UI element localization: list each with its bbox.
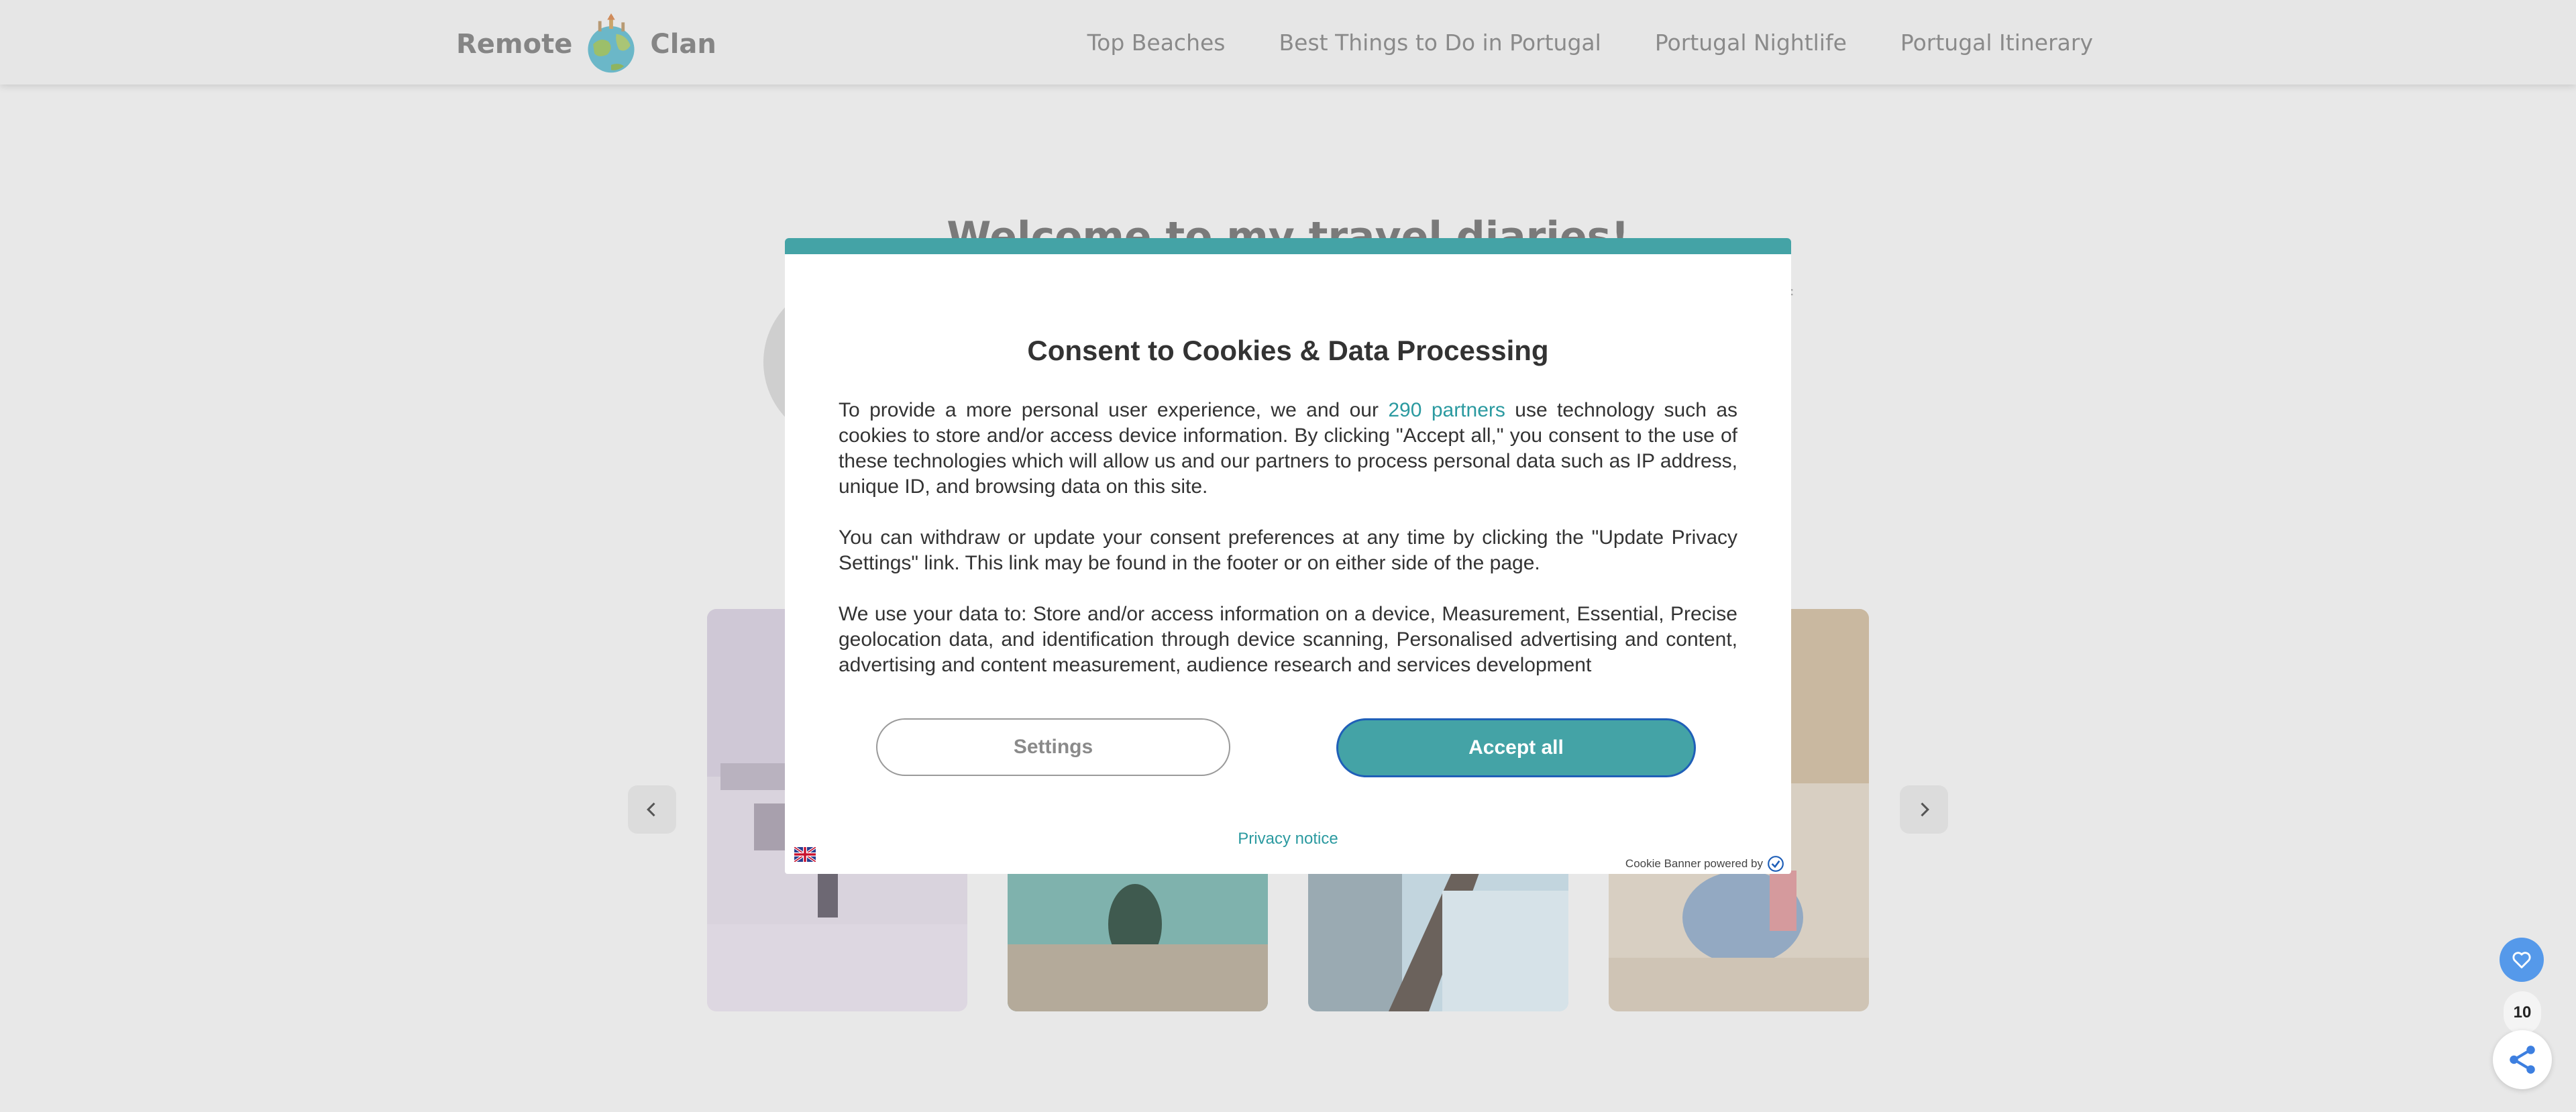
site-header: Remote Clan Top Beaches Best Things to D… <box>0 0 2576 85</box>
globe-icon <box>588 13 635 73</box>
share-icon <box>2510 1046 2535 1074</box>
logo-text-left: Remote <box>456 29 573 60</box>
carousel-prev-button[interactable] <box>628 785 676 834</box>
chevron-left-icon <box>647 802 655 817</box>
consent-p1-before: To provide a more personal user experien… <box>839 399 1389 421</box>
site-logo[interactable]: Remote Clan <box>456 12 716 76</box>
main-nav: Top Beaches Best Things to Do in Portuga… <box>1087 0 2093 85</box>
powered-by-text: Cookie Banner powered by <box>1625 857 1763 870</box>
settings-button[interactable]: Settings <box>876 718 1230 776</box>
consent-body: To provide a more personal user experien… <box>839 398 1737 704</box>
consent-paragraph-3: We use your data to: Store and/or access… <box>839 603 1737 676</box>
favorite-button[interactable] <box>2500 938 2544 982</box>
consent-title: Consent to Cookies & Data Processing <box>1027 335 1549 366</box>
consent-paragraph-2: You can withdraw or update your consent … <box>839 526 1737 574</box>
logo-text-right: Clan <box>650 29 716 60</box>
nav-portugal-nightlife[interactable]: Portugal Nightlife <box>1655 30 1847 56</box>
nav-top-beaches[interactable]: Top Beaches <box>1087 30 1226 56</box>
favorite-count: 10 <box>2504 991 2541 1034</box>
nav-portugal-itinerary[interactable]: Portugal Itinerary <box>1900 30 2093 56</box>
share-button[interactable] <box>2493 1030 2552 1089</box>
cookie-consent-dialog: Consent to Cookies & Data Processing To … <box>785 238 1791 874</box>
heart-icon <box>2512 952 2531 968</box>
privacy-notice-link[interactable]: Privacy notice <box>785 830 1791 848</box>
carousel-next-button[interactable] <box>1900 785 1948 834</box>
cookie-banner-credit: Cookie Banner powered by <box>1625 855 1784 873</box>
shield-check-icon[interactable] <box>1767 855 1784 873</box>
uk-flag-language-icon[interactable] <box>794 847 816 862</box>
nav-best-things-portugal[interactable]: Best Things to Do in Portugal <box>1279 30 1601 56</box>
partners-link[interactable]: 290 partners <box>1388 399 1505 421</box>
consent-paragraph-1: To provide a more personal user experien… <box>839 398 1737 500</box>
chevron-right-icon <box>1921 802 1929 817</box>
accept-all-button[interactable]: Accept all <box>1336 718 1696 777</box>
